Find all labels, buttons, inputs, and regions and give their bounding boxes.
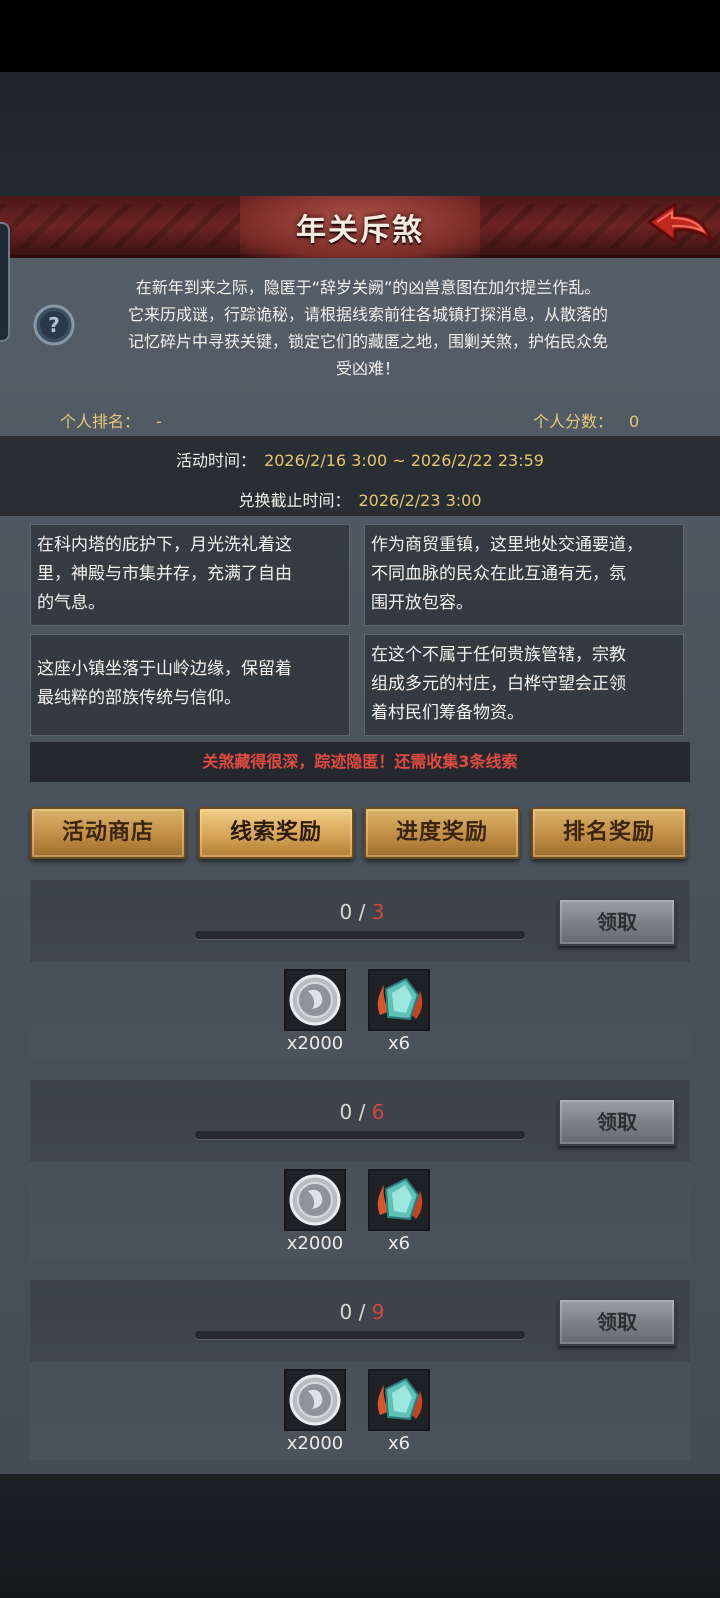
activity-time-value: 2026/2/16 3:00 ~ 2026/2/22 23:59 [264, 451, 544, 470]
intro-line: 记忆碎片中寻获关键，锁定它们的藏匿之地，围剿关煞，护佑民众免 [127, 332, 608, 351]
silver-coin-icon [289, 1174, 341, 1226]
reward-item[interactable] [284, 1369, 346, 1431]
item-quantity: x6 [387, 1033, 411, 1054]
activity-time-label: 活动时间： [176, 451, 257, 470]
score-value: 0 [629, 412, 640, 431]
progress-goal: 9 [371, 1300, 385, 1324]
reward-progress-bar [195, 931, 525, 939]
silver-coin-icon [289, 974, 341, 1026]
clue-line: 在这个不属于任何贵族管辖，宗教 [371, 645, 626, 665]
exchange-deadline-label: 兑换截止时间： [238, 491, 351, 510]
item-quantity: x6 [387, 1433, 411, 1454]
side-tab-edge[interactable] [0, 222, 10, 342]
svg-text:?: ? [48, 313, 60, 337]
tab-progress-rewards[interactable]: 进度奖励 [364, 807, 520, 859]
clue-line: 围开放包容。 [371, 593, 473, 613]
crystal-shard-icon [377, 1177, 423, 1221]
progress-current: 0 [339, 1300, 353, 1324]
page-title: 年关斥煞 [296, 213, 424, 248]
clue-line: 在科内塔的庇护下，月光洗礼着这 [37, 535, 292, 555]
score-label: 个人分数： [533, 412, 614, 431]
tab-ranking-rewards[interactable]: 排名奖励 [531, 807, 687, 859]
reward-progress-bar [195, 1131, 525, 1139]
clue-line: 组成多元的村庄，白桦守望会正领 [371, 674, 626, 694]
progress-separator: / [352, 1100, 372, 1124]
progress-current: 0 [339, 900, 353, 924]
reward-item[interactable] [368, 1369, 430, 1431]
activity-time: 活动时间： 2026/2/16 3:00 ~ 2026/2/22 23:59 [0, 447, 720, 471]
status-bar-area [0, 0, 720, 72]
reward-progress-bar [195, 1331, 525, 1339]
intro-line: 受凶难！ [335, 359, 400, 378]
item-quantity: x2000 [286, 1033, 344, 1054]
help-icon[interactable]: ? [33, 304, 75, 346]
exchange-deadline-value: 2026/2/23 3:00 [358, 491, 482, 510]
clue-card: 作为商贸重镇，这里地处交通要道， 不同血脉的民众在此互通有无，氛 围开放包容。 [364, 524, 684, 626]
clue-line: 里，神殿与市集并存，充满了自由 [37, 564, 292, 584]
progress-separator: / [352, 900, 372, 924]
progress-current: 0 [339, 1100, 353, 1124]
reward-item[interactable] [368, 1169, 430, 1231]
bottom-background [0, 1474, 720, 1598]
progress-goal: 6 [371, 1100, 385, 1124]
reward-item[interactable] [368, 969, 430, 1031]
crystal-shard-icon [377, 977, 423, 1021]
reward-progress-text: 0 / 9 [262, 1300, 462, 1324]
item-quantity: x2000 [286, 1433, 344, 1454]
clue-line: 不同血脉的民众在此互通有无，氛 [371, 564, 626, 584]
rank-label: 个人排名： [60, 412, 141, 431]
clue-card: 这座小镇坐落于山岭边缘，保留着 最纯粹的部族传统与信仰。 [30, 634, 350, 736]
clue-line: 作为商贸重镇，这里地处交通要道， [371, 535, 643, 555]
personal-rank: 个人排名： - [60, 408, 162, 432]
clue-card: 在这个不属于任何贵族管辖，宗教 组成多元的村庄，白桦守望会正领 着村民们筹备物资… [364, 634, 684, 736]
reward-progress-text: 0 / 3 [262, 900, 462, 924]
clue-line: 着村民们筹备物资。 [371, 703, 524, 723]
clue-line: 这座小镇坐落于山岭边缘，保留着 [37, 659, 292, 679]
tab-clue-rewards[interactable]: 线索奖励 [198, 807, 354, 859]
back-arrow-icon[interactable] [645, 200, 715, 250]
silver-coin-icon [289, 1374, 341, 1426]
item-quantity: x6 [387, 1233, 411, 1254]
reward-item[interactable] [284, 1169, 346, 1231]
clue-line: 的气息。 [37, 593, 105, 613]
progress-goal: 3 [371, 900, 385, 924]
item-quantity: x2000 [286, 1233, 344, 1254]
progress-separator: / [352, 1300, 372, 1324]
intro-line: 它来历成谜，行踪诡秘，请根据线索前往各城镇打探消息，从散落的 [127, 305, 608, 324]
claim-button[interactable]: 领取 [558, 1098, 676, 1146]
intro-line: 在新年到来之际，隐匿于“辞岁关阙”的凶兽意图在加尔提兰作乱。 [135, 278, 601, 297]
rank-value: - [156, 412, 162, 431]
claim-button[interactable]: 领取 [558, 898, 676, 946]
crystal-shard-icon [377, 1377, 423, 1421]
personal-score: 个人分数： 0 [533, 408, 639, 432]
tab-activity-shop[interactable]: 活动商店 [30, 807, 186, 859]
clue-warning: 关煞藏得很深，踪迹隐匿！还需收集3条线索 [30, 742, 690, 782]
intro-text: 在新年到来之际，隐匿于“辞岁关阙”的凶兽意图在加尔提兰作乱。 它来历成谜，行踪诡… [88, 274, 648, 382]
exchange-deadline: 兑换截止时间： 2026/2/23 3:00 [0, 487, 720, 511]
clue-line: 最纯粹的部族传统与信仰。 [37, 688, 241, 708]
reward-progress-text: 0 / 6 [262, 1100, 462, 1124]
claim-button[interactable]: 领取 [558, 1298, 676, 1346]
reward-item[interactable] [284, 969, 346, 1031]
clue-card: 在科内塔的庇护下，月光洗礼着这 里，神殿与市集并存，充满了自由 的气息。 [30, 524, 350, 626]
